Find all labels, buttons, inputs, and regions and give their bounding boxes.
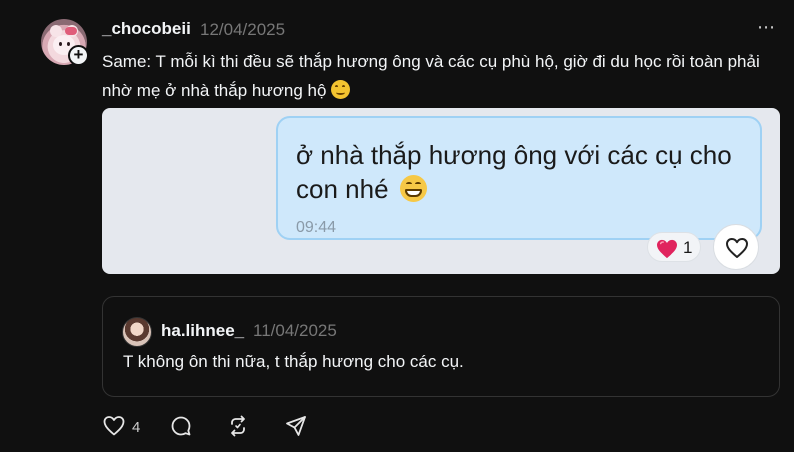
chat-message-time: 09:44 (296, 219, 337, 236)
comment-icon (171, 416, 191, 436)
chat-message-bubble: ở nhà thắp hương ông với các cụ cho con … (276, 116, 762, 240)
message-like-button (713, 224, 759, 270)
quoted-author-avatar[interactable] (122, 317, 152, 347)
avatar-eye-right (67, 42, 70, 46)
chat-message-text: ở nhà thắp hương ông với các cụ cho con … (296, 138, 756, 206)
share-button[interactable] (284, 414, 308, 438)
quoted-post-timestamp: 11/04/2025 (253, 321, 337, 340)
chat-message-content: ở nhà thắp hương ông với các cụ cho con … (296, 140, 732, 204)
reply-button[interactable] (169, 414, 193, 438)
post-image[interactable]: ở nhà thắp hương ông với các cụ cho con … (102, 108, 780, 274)
avatar-bow (65, 27, 77, 35)
like-count: 4 (132, 419, 141, 436)
quoted-author-username[interactable]: ha.lihnee_ (161, 321, 244, 341)
hugging-face-icon (331, 80, 351, 99)
author-username[interactable]: _chocobeii (102, 19, 191, 39)
repost-icon (231, 415, 245, 437)
red-heart-icon (657, 239, 677, 259)
grinning-face-icon (399, 175, 427, 202)
heart-icon (103, 416, 125, 436)
more-options-button[interactable]: ⋯ (757, 17, 776, 38)
heart-outline-icon (726, 238, 748, 258)
follow-plus-button[interactable]: + (68, 45, 89, 66)
post-text-content: Same: T mỗi kì thi đều sẽ thắp hương ông… (102, 52, 760, 100)
quoted-post-text: T không ôn thi nữa, t thắp hương cho các… (123, 352, 464, 371)
repost-button[interactable] (226, 414, 250, 438)
like-button[interactable] (102, 414, 126, 438)
avatar-eye-left (59, 42, 62, 46)
post-timestamp: 12/04/2025 (200, 20, 286, 39)
message-reaction-pill: 1 (647, 232, 701, 262)
quoted-post[interactable]: ha.lihnee_ 11/04/2025 T không ôn thi nữa… (102, 296, 780, 397)
send-icon (286, 416, 306, 436)
post-text: Same: T mỗi kì thi đều sẽ thắp hương ông… (102, 47, 782, 105)
reaction-count: 1 (683, 238, 693, 257)
